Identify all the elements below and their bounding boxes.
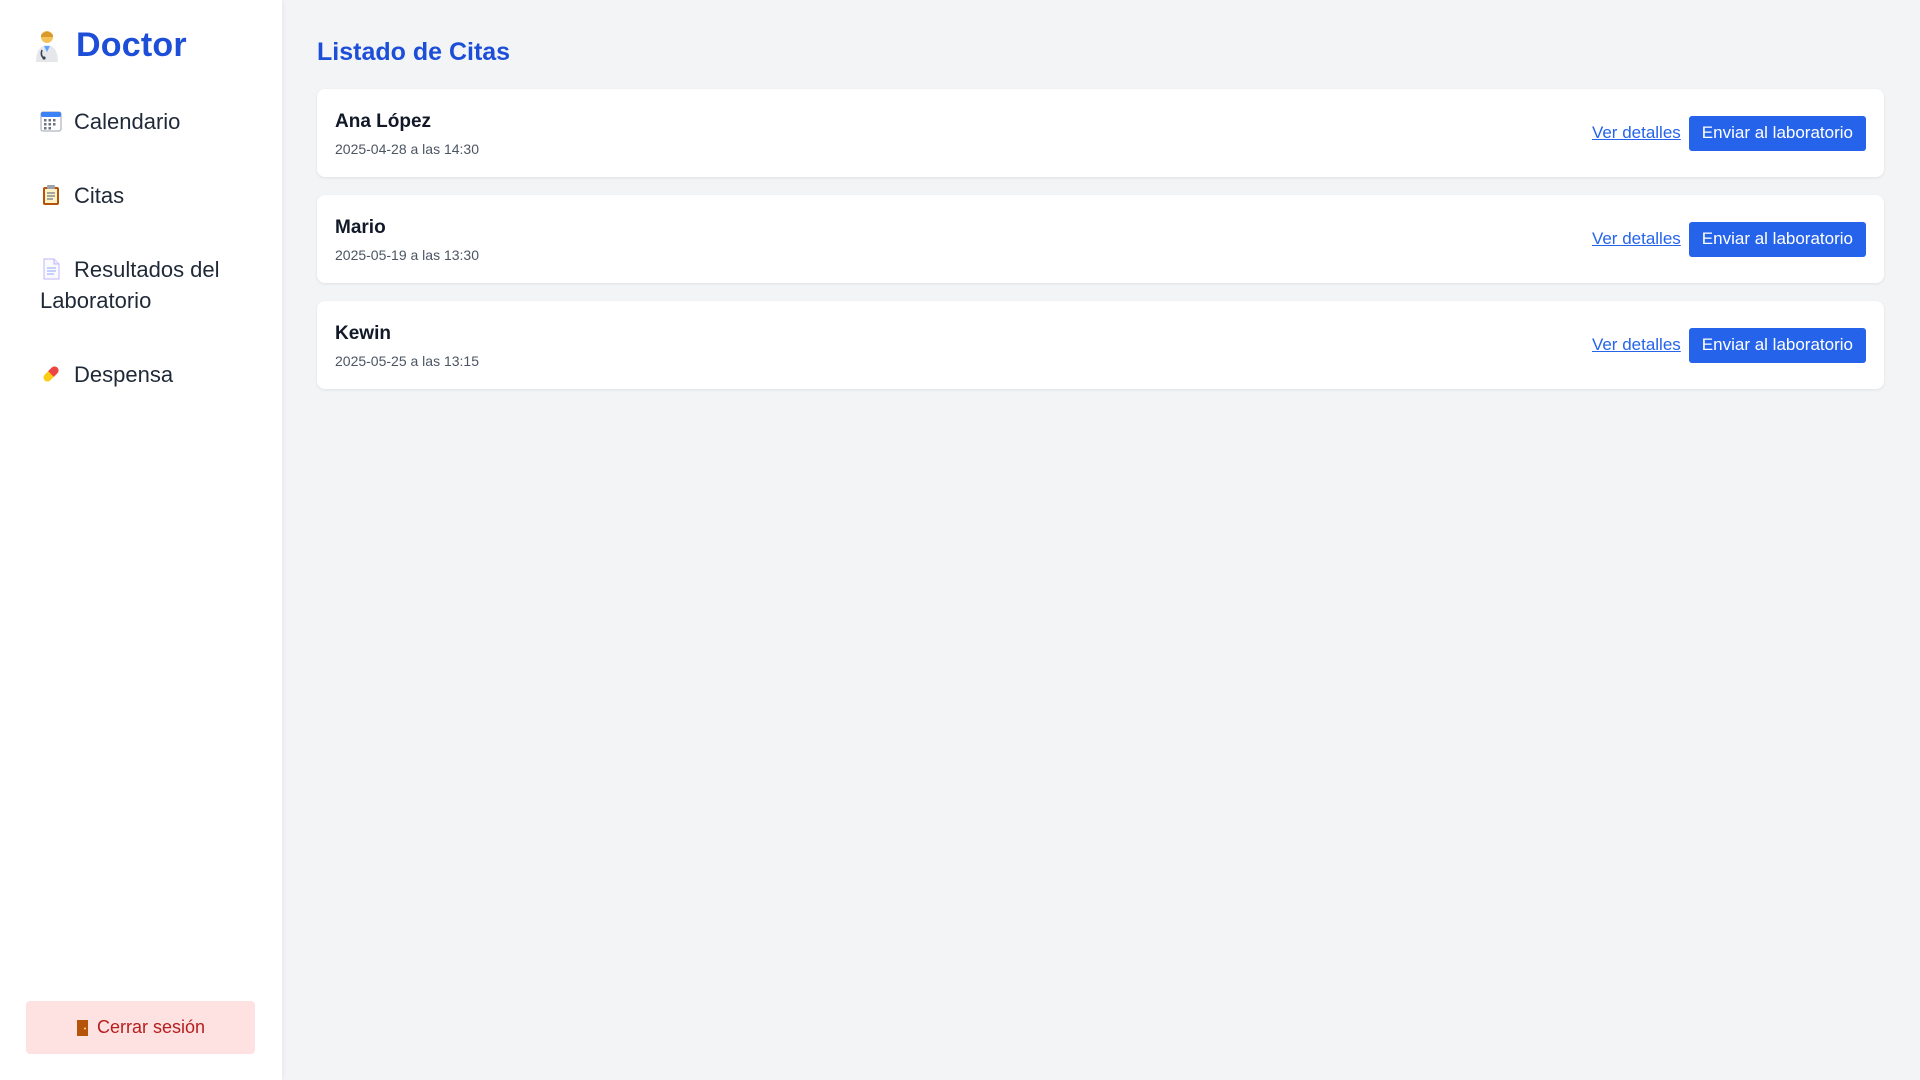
appointment-datetime: 2025-05-25 a las 13:15 <box>335 353 479 369</box>
document-icon <box>40 257 62 280</box>
app: Doctor Calendario Citas Resultados del L… <box>0 0 1920 1080</box>
appointment-info: Mario 2025-05-19 a las 13:30 <box>335 215 479 263</box>
page-title: Listado de Citas <box>317 38 511 66</box>
patient-name: Mario <box>335 217 386 238</box>
appointment-actions: Ver detalles Enviar al laboratorio <box>1592 115 1866 151</box>
send-to-lab-button[interactable]: Enviar al laboratorio <box>1688 221 1866 257</box>
sidebar-item-despensa[interactable]: Despensa <box>40 359 270 390</box>
appointment-datetime: 2025-05-19 a las 13:30 <box>335 247 479 263</box>
patient-name: Kewin <box>335 323 391 344</box>
appointment-actions: Ver detalles Enviar al laboratorio <box>1592 327 1866 363</box>
appointment-actions: Ver detalles Enviar al laboratorio <box>1592 221 1866 257</box>
patient-name: Ana López <box>335 111 432 132</box>
brand: Doctor <box>32 26 187 65</box>
appointment-datetime: 2025-04-28 a las 14:30 <box>335 141 479 157</box>
sidebar-item-label: Citas <box>74 183 125 208</box>
send-to-lab-button[interactable]: Enviar al laboratorio <box>1688 115 1866 151</box>
view-details-link[interactable]: Ver detalles <box>1592 229 1681 249</box>
view-details-link[interactable]: Ver detalles <box>1592 335 1681 355</box>
doctor-emoji-icon <box>32 28 62 64</box>
sidebar-item-citas[interactable]: Citas <box>40 180 270 211</box>
main-content: Listado de Citas Ana López 2025-04-28 a … <box>282 0 1920 1080</box>
sidebar-item-resultados[interactable]: Resultados del Laboratorio <box>40 254 270 316</box>
appointment-card: Ana López 2025-04-28 a las 14:30 Ver det… <box>317 89 1884 177</box>
sidebar-item-label: Resultados del Laboratorio <box>40 257 220 313</box>
sidebar-item-label: Despensa <box>74 362 174 387</box>
door-icon <box>76 1019 89 1037</box>
sidebar-nav: Calendario Citas Resultados del Laborato… <box>40 106 270 433</box>
send-to-lab-button[interactable]: Enviar al laboratorio <box>1688 327 1866 363</box>
sidebar: Doctor Calendario Citas Resultados del L… <box>0 0 282 1080</box>
appointment-card: Mario 2025-05-19 a las 13:30 Ver detalle… <box>317 195 1884 283</box>
appointment-info: Kewin 2025-05-25 a las 13:15 <box>335 321 479 369</box>
appointment-info: Ana López 2025-04-28 a las 14:30 <box>335 109 479 157</box>
appointment-card: Kewin 2025-05-25 a las 13:15 Ver detalle… <box>317 301 1884 389</box>
sidebar-item-calendario[interactable]: Calendario <box>40 106 270 137</box>
sidebar-item-label: Calendario <box>74 109 181 134</box>
clipboard-icon <box>40 183 62 205</box>
brand-title: Doctor <box>76 26 187 64</box>
view-details-link[interactable]: Ver detalles <box>1592 123 1681 143</box>
logout-label: Cerrar sesión <box>96 1017 206 1037</box>
pill-icon <box>40 362 62 384</box>
logout-button[interactable]: Cerrar sesión <box>26 1001 255 1054</box>
calendar-icon <box>40 109 62 132</box>
